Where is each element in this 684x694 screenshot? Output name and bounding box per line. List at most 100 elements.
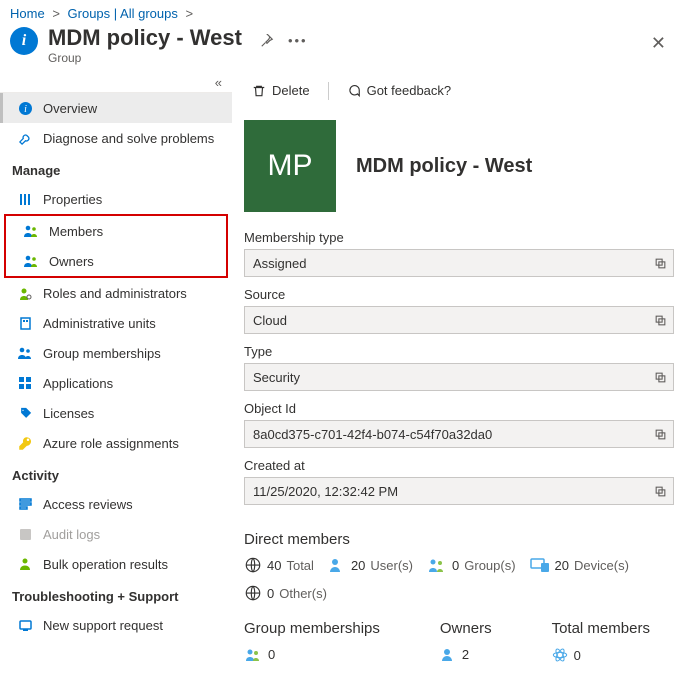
feedback-icon: [347, 84, 361, 98]
device-icon: [530, 557, 550, 573]
button-label: Delete: [272, 83, 310, 98]
sidebar-item-properties[interactable]: Properties: [0, 184, 232, 214]
sidebar-item-applications[interactable]: Applications: [0, 368, 232, 398]
sidebar-item-owners[interactable]: Owners: [6, 246, 226, 276]
field-value: 11/25/2020, 12:32:42 PM: [253, 484, 398, 499]
direct-members-stats: 40Total 20User(s) 0Group(s) 20Device(s) …: [244, 556, 684, 602]
checklist-icon: [17, 496, 33, 512]
sidebar-item-label: Licenses: [43, 406, 94, 421]
sidebar: « i Overview Diagnose and solve problems…: [0, 73, 232, 673]
grid-icon: [17, 375, 33, 391]
delete-button[interactable]: Delete: [248, 81, 314, 100]
sidebar-item-bulk-ops[interactable]: Bulk operation results: [0, 549, 232, 579]
field-value: Cloud: [253, 313, 287, 328]
sidebar-item-overview[interactable]: i Overview: [0, 93, 232, 123]
sidebar-item-label: Properties: [43, 192, 102, 207]
identity-block: MP MDM policy - West: [244, 120, 684, 212]
close-button[interactable]: ✕: [643, 29, 674, 58]
key-icon: [17, 435, 33, 451]
sidebar-item-access-reviews[interactable]: Access reviews: [0, 489, 232, 519]
summary-group-memberships: Group memberships 0: [244, 620, 380, 663]
more-icon[interactable]: •••: [288, 33, 308, 48]
highlight-members-owners: Members Owners: [4, 214, 228, 278]
person-gear-icon: [17, 285, 33, 301]
sidebar-section-troubleshooting: Troubleshooting + Support: [0, 579, 232, 610]
field-value: Security: [253, 370, 300, 385]
copy-icon[interactable]: [654, 257, 667, 270]
group-name: MDM policy - West: [356, 155, 532, 178]
sidebar-item-label: Access reviews: [43, 497, 133, 512]
copy-icon[interactable]: [654, 428, 667, 441]
globe-icon: [244, 556, 262, 574]
field-value: Assigned: [253, 256, 306, 271]
pin-icon[interactable]: [260, 34, 274, 48]
sidebar-item-support[interactable]: New support request: [0, 610, 232, 640]
people-icon: [244, 647, 262, 662]
summary-value: 0: [268, 647, 275, 662]
summary-label: Group memberships: [244, 620, 380, 637]
direct-members-heading: Direct members: [244, 531, 684, 548]
page-header: i MDM policy - West Group ••• ✕: [0, 23, 684, 73]
sidebar-item-roles[interactable]: Roles and administrators: [0, 278, 232, 308]
log-icon: [17, 526, 33, 542]
people-icon: [17, 345, 33, 361]
field-value: 8a0cd375-c701-42f4-b074-c54f70a32da0: [253, 427, 492, 442]
main-content: Delete Got feedback? MP MDM policy - Wes…: [232, 73, 684, 673]
summary-row: Group memberships 0 Owners 2 Total membe…: [244, 620, 684, 663]
stat-users: 20User(s): [328, 557, 413, 573]
field-label-type: Type: [244, 344, 684, 359]
summary-label: Owners: [440, 620, 492, 637]
sidebar-item-admin-units[interactable]: Administrative units: [0, 308, 232, 338]
field-label-membership-type: Membership type: [244, 230, 684, 245]
command-bar: Delete Got feedback?: [244, 73, 684, 108]
sidebar-item-label: Overview: [43, 101, 97, 116]
support-icon: [17, 617, 33, 633]
info-icon: i: [17, 100, 33, 116]
field-label-created: Created at: [244, 458, 684, 473]
sidebar-item-label: Members: [49, 224, 103, 239]
sidebar-item-members[interactable]: Members: [6, 216, 226, 246]
feedback-button[interactable]: Got feedback?: [343, 81, 456, 100]
stat-devices: 20Device(s): [530, 557, 629, 573]
sidebar-item-label: Diagnose and solve problems: [43, 131, 214, 146]
sidebar-item-label: Bulk operation results: [43, 557, 168, 572]
building-icon: [17, 315, 33, 331]
sidebar-item-azure-roles[interactable]: Azure role assignments: [0, 428, 232, 458]
field-source: Cloud: [244, 306, 674, 334]
stat-others: 0Other(s): [244, 584, 327, 602]
field-label-object-id: Object Id: [244, 401, 684, 416]
copy-icon[interactable]: [654, 485, 667, 498]
people-icon: [23, 253, 39, 269]
person-icon: [328, 557, 346, 573]
properties-icon: [17, 191, 33, 207]
field-object-id: 8a0cd375-c701-42f4-b074-c54f70a32da0: [244, 420, 674, 448]
group-avatar: MP: [244, 120, 336, 212]
collapse-sidebar-button[interactable]: «: [0, 73, 232, 93]
sidebar-item-label: Administrative units: [43, 316, 156, 331]
trash-icon: [252, 84, 266, 98]
sidebar-section-manage: Manage: [0, 153, 232, 184]
field-membership-type: Assigned: [244, 249, 674, 277]
sidebar-item-group-memberships[interactable]: Group memberships: [0, 338, 232, 368]
breadcrumb-groups[interactable]: Groups | All groups: [68, 6, 178, 21]
person-icon: [440, 647, 456, 662]
sidebar-item-audit-logs[interactable]: Audit logs: [0, 519, 232, 549]
people-icon: [23, 223, 39, 239]
svg-text:i: i: [24, 104, 27, 115]
sidebar-item-label: Audit logs: [43, 527, 100, 542]
sidebar-item-label: Azure role assignments: [43, 436, 179, 451]
stat-groups: 0Group(s): [427, 557, 516, 573]
summary-owners: Owners 2: [440, 620, 492, 663]
copy-icon[interactable]: [654, 314, 667, 327]
globe-icon: [244, 584, 262, 602]
summary-value: 0: [574, 648, 581, 663]
sidebar-item-licenses[interactable]: Licenses: [0, 398, 232, 428]
page-title: MDM policy - West: [48, 25, 242, 51]
copy-icon[interactable]: [654, 371, 667, 384]
atom-icon: [552, 647, 568, 663]
sidebar-item-label: Owners: [49, 254, 94, 269]
field-label-source: Source: [244, 287, 684, 302]
breadcrumb-home[interactable]: Home: [10, 6, 45, 21]
sidebar-item-label: Roles and administrators: [43, 286, 187, 301]
sidebar-item-diagnose[interactable]: Diagnose and solve problems: [0, 123, 232, 153]
